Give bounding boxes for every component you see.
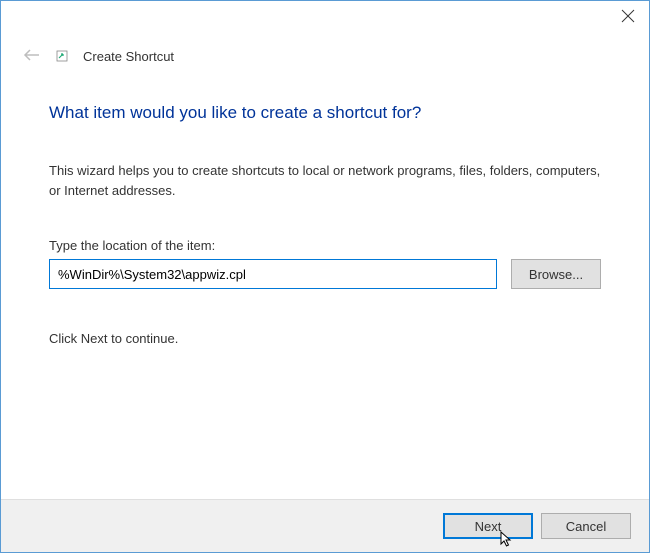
shortcut-app-icon [55, 49, 69, 63]
header-row: Create Shortcut [1, 37, 649, 65]
next-button[interactable]: Next [443, 513, 533, 539]
wizard-title: Create Shortcut [83, 49, 174, 64]
continue-instruction: Click Next to continue. [49, 331, 601, 346]
wizard-description: This wizard helps you to create shortcut… [49, 161, 601, 200]
location-input[interactable] [49, 259, 497, 289]
main-heading: What item would you like to create a sho… [49, 103, 601, 123]
location-label: Type the location of the item: [49, 238, 601, 253]
close-icon[interactable] [621, 9, 635, 23]
footer-bar: Next Cancel [1, 499, 649, 552]
wizard-window: Create Shortcut What item would you like… [0, 0, 650, 553]
content-area: What item would you like to create a sho… [1, 65, 649, 499]
cancel-button[interactable]: Cancel [541, 513, 631, 539]
back-arrow-icon [23, 47, 41, 65]
titlebar [1, 1, 649, 37]
location-input-row: Browse... [49, 259, 601, 289]
browse-button[interactable]: Browse... [511, 259, 601, 289]
